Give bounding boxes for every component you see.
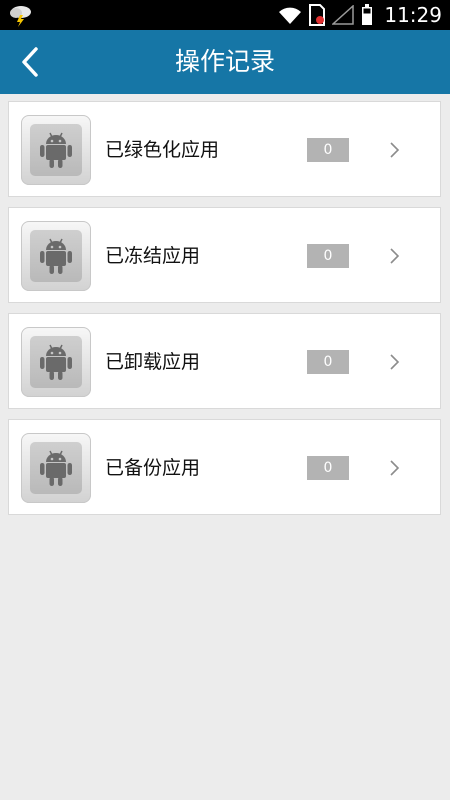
signal-icon: [332, 5, 355, 25]
status-bar: 11:29: [0, 0, 450, 30]
page-title: 操作记录: [174, 47, 275, 76]
record-label: 已冻结应用: [105, 245, 201, 267]
app-bar: 操作记录: [0, 30, 450, 94]
weather-icon: [10, 6, 31, 27]
chevron-left-icon[interactable]: [14, 44, 50, 80]
chevron-right-icon: [390, 248, 400, 264]
app-icon-frame: [21, 115, 91, 185]
chevron-right-icon: [390, 460, 400, 476]
record-label: 已备份应用: [105, 457, 201, 479]
record-item-frozen[interactable]: 已冻结应用 0: [8, 207, 441, 303]
android-icon: [40, 344, 72, 380]
record-label: 已卸载应用: [105, 351, 201, 373]
count-badge: 0: [307, 456, 349, 480]
record-item-greened[interactable]: 已绿色化应用 0: [8, 101, 441, 197]
record-item-uninstalled[interactable]: 已卸载应用 0: [8, 313, 441, 409]
chevron-right-icon: [390, 354, 400, 370]
app-icon-frame: [21, 433, 91, 503]
count-badge: 0: [307, 350, 349, 374]
android-icon: [40, 450, 72, 486]
battery-icon: [362, 4, 373, 25]
status-icons: 11:29: [278, 0, 442, 30]
wifi-icon: [279, 7, 302, 24]
android-icon: [40, 132, 72, 168]
record-list: 已绿色化应用 0 已冻结应用 0 已卸载应用 0 已备份应用 0: [8, 101, 443, 525]
sim-icon: [309, 4, 326, 26]
app-icon-frame: [21, 221, 91, 291]
count-badge: 0: [307, 244, 349, 268]
status-time: 11:29: [384, 3, 442, 27]
count-badge: 0: [307, 138, 349, 162]
chevron-right-icon: [390, 142, 400, 158]
record-item-backed-up[interactable]: 已备份应用 0: [8, 419, 441, 515]
android-icon: [40, 238, 72, 274]
record-label: 已绿色化应用: [105, 139, 220, 161]
app-icon-frame: [21, 327, 91, 397]
